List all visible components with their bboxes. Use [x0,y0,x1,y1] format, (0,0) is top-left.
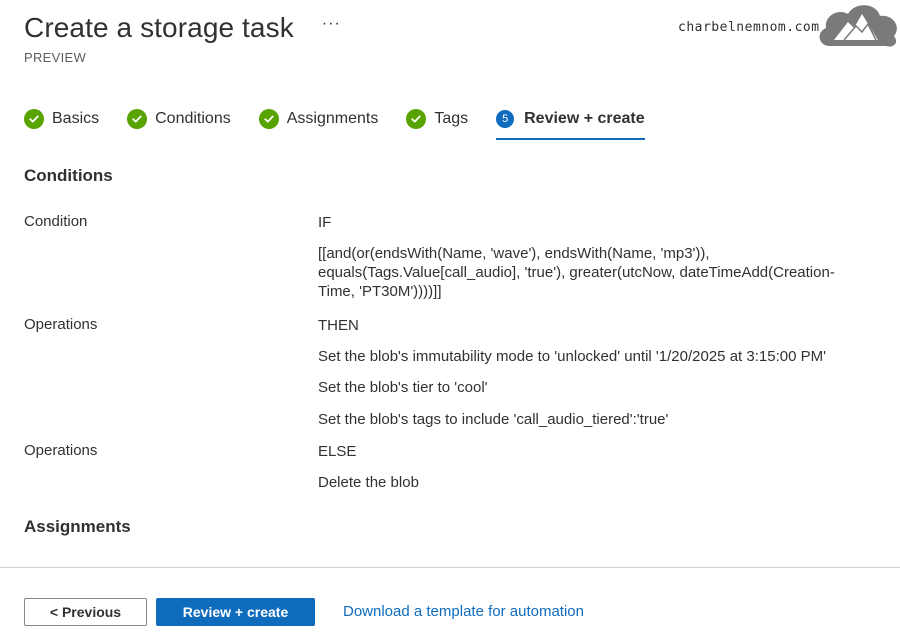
step-number-badge: 5 [496,110,515,128]
expression-line: equals(Tags.Value[call_audio], 'true'), … [318,264,835,281]
tab-assignments[interactable]: Assignments [258,104,379,134]
tab-conditions[interactable]: Conditions [127,104,231,134]
tab-review-create[interactable]: 5 Review + create [496,104,645,140]
more-options-button[interactable]: ··· [322,15,341,33]
brand-text: charbelnemnom.com [678,20,820,35]
check-circle-icon [258,109,279,129]
page-title: Create a storage task [24,12,294,43]
section-title-assignments: Assignments [24,517,131,536]
then-operation: Set the blob's tier to 'cool' [318,379,488,396]
mountain-cloud-icon [819,5,897,47]
check-circle-icon [24,109,44,129]
tab-label: Tags [434,110,469,127]
operations-label-else: Operations [24,442,98,459]
then-operation: Set the blob's tags to include 'call_aud… [318,411,669,428]
download-template-link[interactable]: Download a template for automation [343,603,584,620]
tab-tags[interactable]: Tags [406,104,468,134]
tab-label: Review + create [524,110,645,127]
if-keyword: IF [318,214,332,231]
check-circle-icon [127,109,148,129]
title-row: Create a storage task ··· [24,12,341,44]
else-operation: Delete the blob [318,474,419,491]
operations-label: Operations [24,316,98,333]
tab-basics[interactable]: Basics [24,104,99,134]
condition-expression: [[and(or(endsWith(Name, 'wave'), endsWit… [318,244,858,301]
wizard-steps: Basics Conditions Assignments Tags 5 Rev… [24,104,673,140]
condition-label: Condition [24,213,88,230]
page-subtitle: PREVIEW [24,50,87,65]
tab-label: Assignments [286,110,379,127]
check-circle-icon [406,109,427,129]
then-operation: Set the blob's immutability mode to 'unl… [318,348,826,365]
tab-label: Basics [52,110,100,127]
page-header: Create a storage task ··· PREVIEW [24,12,341,65]
tab-label: Conditions [155,110,231,127]
else-keyword: ELSE [318,443,357,460]
expression-line: [[and(or(endsWith(Name, 'wave'), endsWit… [318,245,710,262]
previous-button[interactable]: < Previous [24,598,147,626]
section-title-conditions: Conditions [24,166,113,185]
expression-line: Time, 'PT30M'))))]] [318,283,442,300]
review-create-button[interactable]: Review + create [156,598,315,626]
then-keyword: THEN [318,317,359,334]
footer-divider [0,567,900,568]
